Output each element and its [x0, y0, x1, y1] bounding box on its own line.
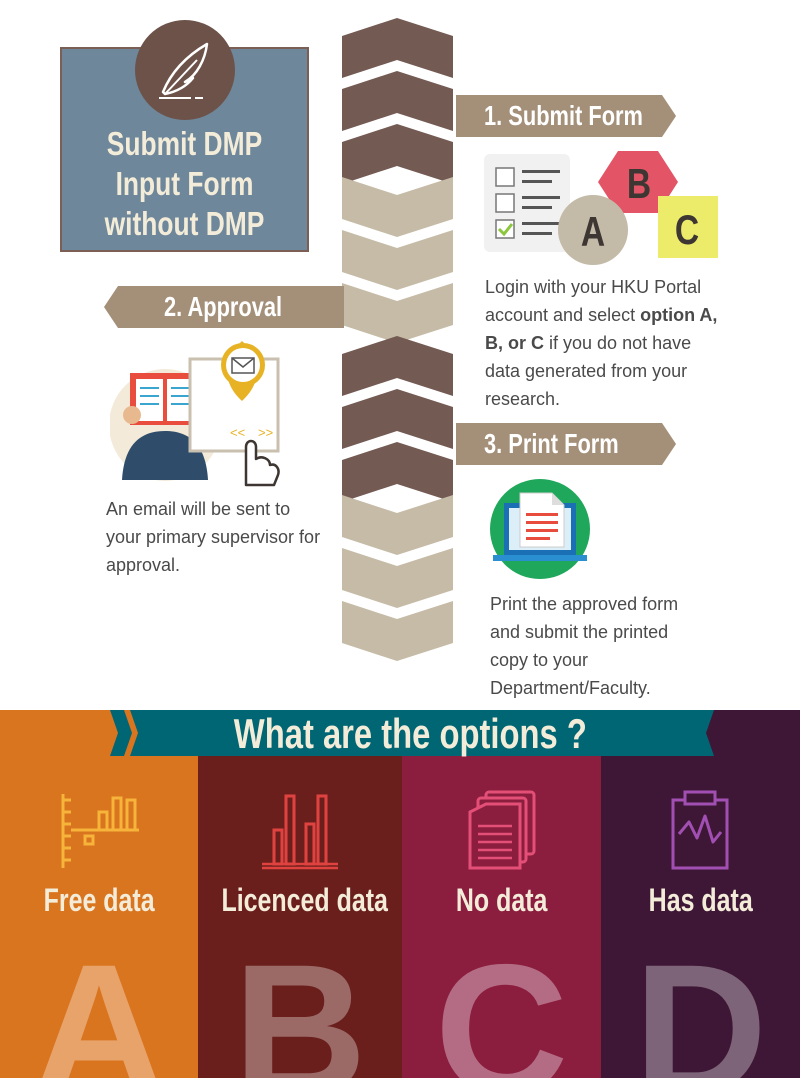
step-3-text: Print the approved form and submit the p… [490, 594, 679, 698]
option-c-label: No data [455, 882, 548, 918]
chevron-light [342, 283, 453, 343]
step-1-label: 1. Submit Form [484, 100, 643, 131]
chevron-light [342, 601, 453, 661]
options-title: What are the options ? [233, 710, 587, 757]
chevron-dark [342, 389, 453, 449]
options-section: Free data A Licenced data B No data C Ha… [0, 710, 800, 1078]
step-2-banner: 2. Approval [104, 286, 344, 328]
option-b-letter: B [627, 162, 651, 208]
option-d-big-letter: D [633, 927, 768, 1078]
chevron-dark [342, 124, 453, 184]
option-a-letter: A [581, 210, 605, 256]
step-1-banner: 1. Submit Form [456, 95, 676, 137]
laptop-document-icon [490, 479, 590, 579]
option-column-a: Free data A [0, 710, 198, 1078]
step-2-text: An email will be sent to your primary su… [106, 499, 321, 575]
option-d-label: Has data [648, 882, 753, 918]
option-c-big-letter: C [434, 927, 569, 1078]
chevron-light [342, 177, 453, 237]
option-a-big-letter: A [32, 927, 166, 1078]
option-a-label: Free data [43, 882, 155, 918]
option-b-big-letter: B [233, 927, 367, 1078]
step-2-label: 2. Approval [164, 291, 283, 322]
step-3-banner: 3. Print Form [456, 423, 676, 465]
clipboard-chart-icon [671, 790, 728, 870]
option-c-letter: C [675, 208, 699, 254]
email-approval-icon: << >> [110, 341, 280, 487]
document-stack-icon [468, 790, 535, 870]
page-title: Submit DMP Input Form without DMP [104, 125, 265, 242]
chevron-column [342, 18, 453, 661]
option-column-d: Has data D [601, 710, 800, 1078]
option-column-c: No data C [402, 710, 601, 1078]
column-chart-icon [262, 794, 338, 870]
chevron-dark [342, 442, 453, 502]
chevron-dark [342, 18, 453, 78]
step-3-label: 3. Print Form [484, 428, 619, 459]
chevron-light [342, 495, 453, 555]
checklist-abc-icon: A B C [484, 151, 718, 265]
bar-chart-icon [61, 794, 139, 868]
chevron-dark [342, 336, 453, 396]
option-column-b: Licenced data B [198, 710, 402, 1078]
chevron-light [342, 230, 453, 290]
quill-icon [135, 20, 235, 120]
svg-text:<<: << [230, 425, 245, 440]
step-1-text: Login with your HKU Portal account and s… [485, 277, 718, 409]
option-b-label: Licenced data [221, 882, 388, 918]
svg-text:>>: >> [258, 425, 273, 440]
chevron-light [342, 548, 453, 608]
chevron-dark [342, 71, 453, 131]
